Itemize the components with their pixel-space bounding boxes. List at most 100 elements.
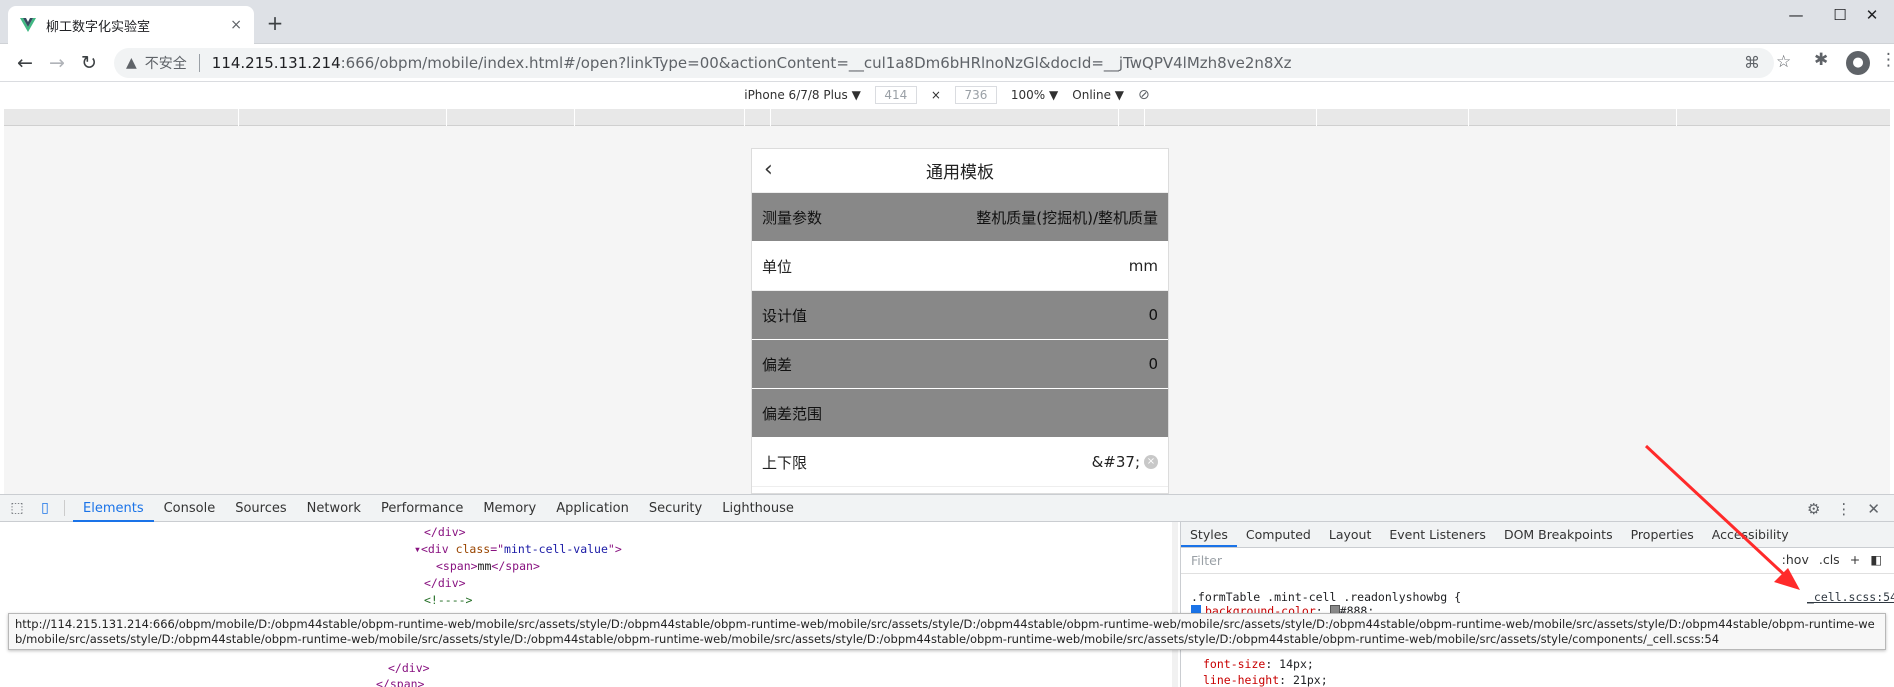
url-path: :666/obpm/mobile/index.html#/open?linkTy…	[340, 54, 1292, 72]
ruler-mark	[1316, 109, 1317, 126]
url-text[interactable]: 114.215.131.214:666/obpm/mobile/index.ht…	[212, 54, 1292, 72]
tab-event-listeners[interactable]: Event Listeners	[1380, 522, 1495, 547]
tab-performance[interactable]: Performance	[371, 495, 473, 522]
clear-icon[interactable]: ×	[1144, 455, 1158, 469]
elements-tree[interactable]: </div> ▾<div class="mint-cell-value"> <s…	[0, 522, 1178, 687]
dom-node[interactable]: ▾<div class="mint-cell-value">	[414, 542, 622, 556]
styles-pane: Styles Computed Layout Event Listeners D…	[1180, 522, 1894, 687]
tab-accessibility[interactable]: Accessibility	[1703, 522, 1798, 547]
device-toggle-icon[interactable]: ▯	[34, 500, 56, 516]
cell-value[interactable]: &#37;	[1092, 453, 1140, 471]
address-separator	[198, 54, 200, 72]
device-toolbar: iPhone 6/7/8 Plus ▼ 414 × 736 100% ▼ Onl…	[0, 82, 1894, 108]
toolbar-separator	[64, 500, 65, 516]
devtools-tabbar: ⬚ ▯ Elements Console Sources Network Per…	[0, 494, 1894, 522]
cell-value: 整机质量(挖掘机)/整机质量	[976, 208, 1158, 227]
browser-menu-icon[interactable]: ⋮	[1880, 50, 1894, 70]
devtools-right-controls: ⚙ ⋮ ✕	[1807, 500, 1880, 518]
cell-value-wrap[interactable]: &#37; ×	[1092, 453, 1158, 471]
dom-comment[interactable]: <!---->	[424, 593, 472, 607]
dom-node[interactable]: </div>	[388, 661, 430, 675]
new-tab-button[interactable]: +	[262, 10, 288, 36]
tab-layout[interactable]: Layout	[1320, 522, 1381, 547]
extensions-icon[interactable]: ✱	[1814, 50, 1828, 70]
cell-value: 0	[1148, 306, 1158, 324]
tab-lighthouse[interactable]: Lighthouse	[712, 495, 804, 522]
profile-avatar-icon[interactable]: ●	[1846, 51, 1870, 75]
mobile-page: ‹ 通用模板 测量参数 整机质量(挖掘机)/整机质量 单位 mm 设计值 0 偏差 0 …	[751, 148, 1169, 494]
form-cell: 设计值 0	[752, 291, 1168, 340]
more-options-icon[interactable]: ⋮	[1836, 500, 1851, 518]
cell-value: mm	[1128, 257, 1158, 275]
network-throttle-select[interactable]: Online ▼	[1072, 88, 1124, 102]
tab-dom-breakpoints[interactable]: DOM Breakpoints	[1495, 522, 1622, 547]
hov-toggle[interactable]: :hov	[1782, 552, 1809, 567]
tab-styles[interactable]: Styles	[1181, 522, 1237, 547]
filter-controls: :hov .cls + ◧	[1782, 552, 1882, 567]
tab-properties[interactable]: Properties	[1622, 522, 1703, 547]
forward-arrow-icon[interactable]: →	[44, 50, 70, 76]
ruler-mark	[770, 109, 771, 126]
cls-toggle[interactable]: .cls	[1819, 552, 1840, 567]
ruler-mark	[446, 109, 447, 126]
media-query-ruler[interactable]	[4, 109, 1890, 126]
close-devtools-icon[interactable]: ✕	[1867, 500, 1880, 518]
sidebar-toggle-icon[interactable]: ◧	[1870, 552, 1882, 567]
cell-label: 设计值	[762, 306, 808, 325]
ruler-mark	[1118, 109, 1119, 126]
bookmark-star-icon[interactable]: ☆	[1776, 52, 1791, 72]
page-header: ‹ 通用模板	[752, 149, 1168, 193]
minimize-button[interactable]: —	[1776, 6, 1816, 30]
device-select[interactable]: iPhone 6/7/8 Plus ▼	[744, 88, 861, 102]
warning-icon[interactable]: ▲	[126, 55, 137, 71]
form-cell[interactable]: 上下限 &#37; ×	[752, 438, 1168, 487]
tab-elements[interactable]: Elements	[73, 495, 154, 522]
browser-tab[interactable]: 柳工数字化实验室 ×	[8, 6, 254, 44]
dom-node[interactable]: <span>mm</span>	[436, 559, 540, 573]
css-declaration[interactable]: font-size: 14px;	[1203, 657, 1314, 671]
back-arrow-icon[interactable]: ←	[12, 50, 38, 76]
gear-icon[interactable]: ⚙	[1807, 500, 1820, 518]
dimension-times: ×	[930, 88, 941, 102]
reload-icon[interactable]: ↻	[76, 50, 102, 76]
back-chevron-icon[interactable]: ‹	[764, 157, 773, 182]
dom-node[interactable]: </span>	[376, 677, 424, 687]
new-rule-button[interactable]: +	[1850, 552, 1860, 567]
tab-title: 柳工数字化实验室	[46, 19, 151, 35]
cell-label: 测量参数	[762, 208, 823, 227]
tab-network[interactable]: Network	[297, 495, 371, 522]
tab-security[interactable]: Security	[639, 495, 712, 522]
form-cell: 单位 mm	[752, 242, 1168, 291]
tab-close-icon[interactable]: ×	[230, 17, 242, 33]
css-source-link[interactable]: _cell.scss:54	[1807, 590, 1894, 604]
tab-application[interactable]: Application	[546, 495, 639, 522]
tab-strip: 柳工数字化实验室 × + — ☐ ✕	[0, 0, 1894, 44]
tab-sources[interactable]: Sources	[225, 495, 296, 522]
cell-label: 单位	[762, 257, 793, 276]
viewport-height-input[interactable]: 736	[954, 86, 997, 104]
rotate-icon[interactable]: ⊘	[1138, 87, 1150, 103]
source-url-tooltip: http://114.215.131.214:666/obpm/mobile/D…	[8, 613, 1886, 650]
styles-tabbar: Styles Computed Layout Event Listeners D…	[1181, 522, 1894, 548]
tab-computed[interactable]: Computed	[1237, 522, 1320, 547]
filter-input[interactable]: Filter	[1191, 553, 1222, 568]
cell-label: 偏差	[762, 355, 793, 374]
inspect-element-icon[interactable]: ⬚	[6, 500, 28, 516]
styles-filter[interactable]: Filter :hov .cls + ◧	[1181, 548, 1894, 574]
zoom-select[interactable]: 100% ▼	[1011, 88, 1058, 102]
tab-console[interactable]: Console	[154, 495, 226, 522]
viewport-width-input[interactable]: 414	[874, 86, 917, 104]
css-selector[interactable]: .formTable .mint-cell .readonlyshowbg {	[1191, 590, 1461, 604]
dom-node[interactable]: </div>	[424, 525, 466, 539]
ruler-mark	[1676, 109, 1677, 126]
ruler-mark	[744, 109, 745, 126]
close-window-button[interactable]: ✕	[1852, 6, 1892, 30]
browser-toolbar: ← → ↻ ▲ 不安全 114.215.131.214:666/obpm/mob…	[0, 44, 1894, 82]
translate-icon[interactable]: ⌘	[1744, 53, 1760, 72]
address-bar[interactable]: ▲ 不安全 114.215.131.214:666/obpm/mobile/in…	[114, 48, 1774, 78]
ruler-mark	[238, 109, 239, 126]
tab-memory[interactable]: Memory	[473, 495, 546, 522]
elements-scrollbar[interactable]	[1172, 522, 1178, 687]
dom-node[interactable]: </div>	[424, 576, 466, 590]
css-declaration[interactable]: line-height: 21px;	[1203, 673, 1328, 687]
